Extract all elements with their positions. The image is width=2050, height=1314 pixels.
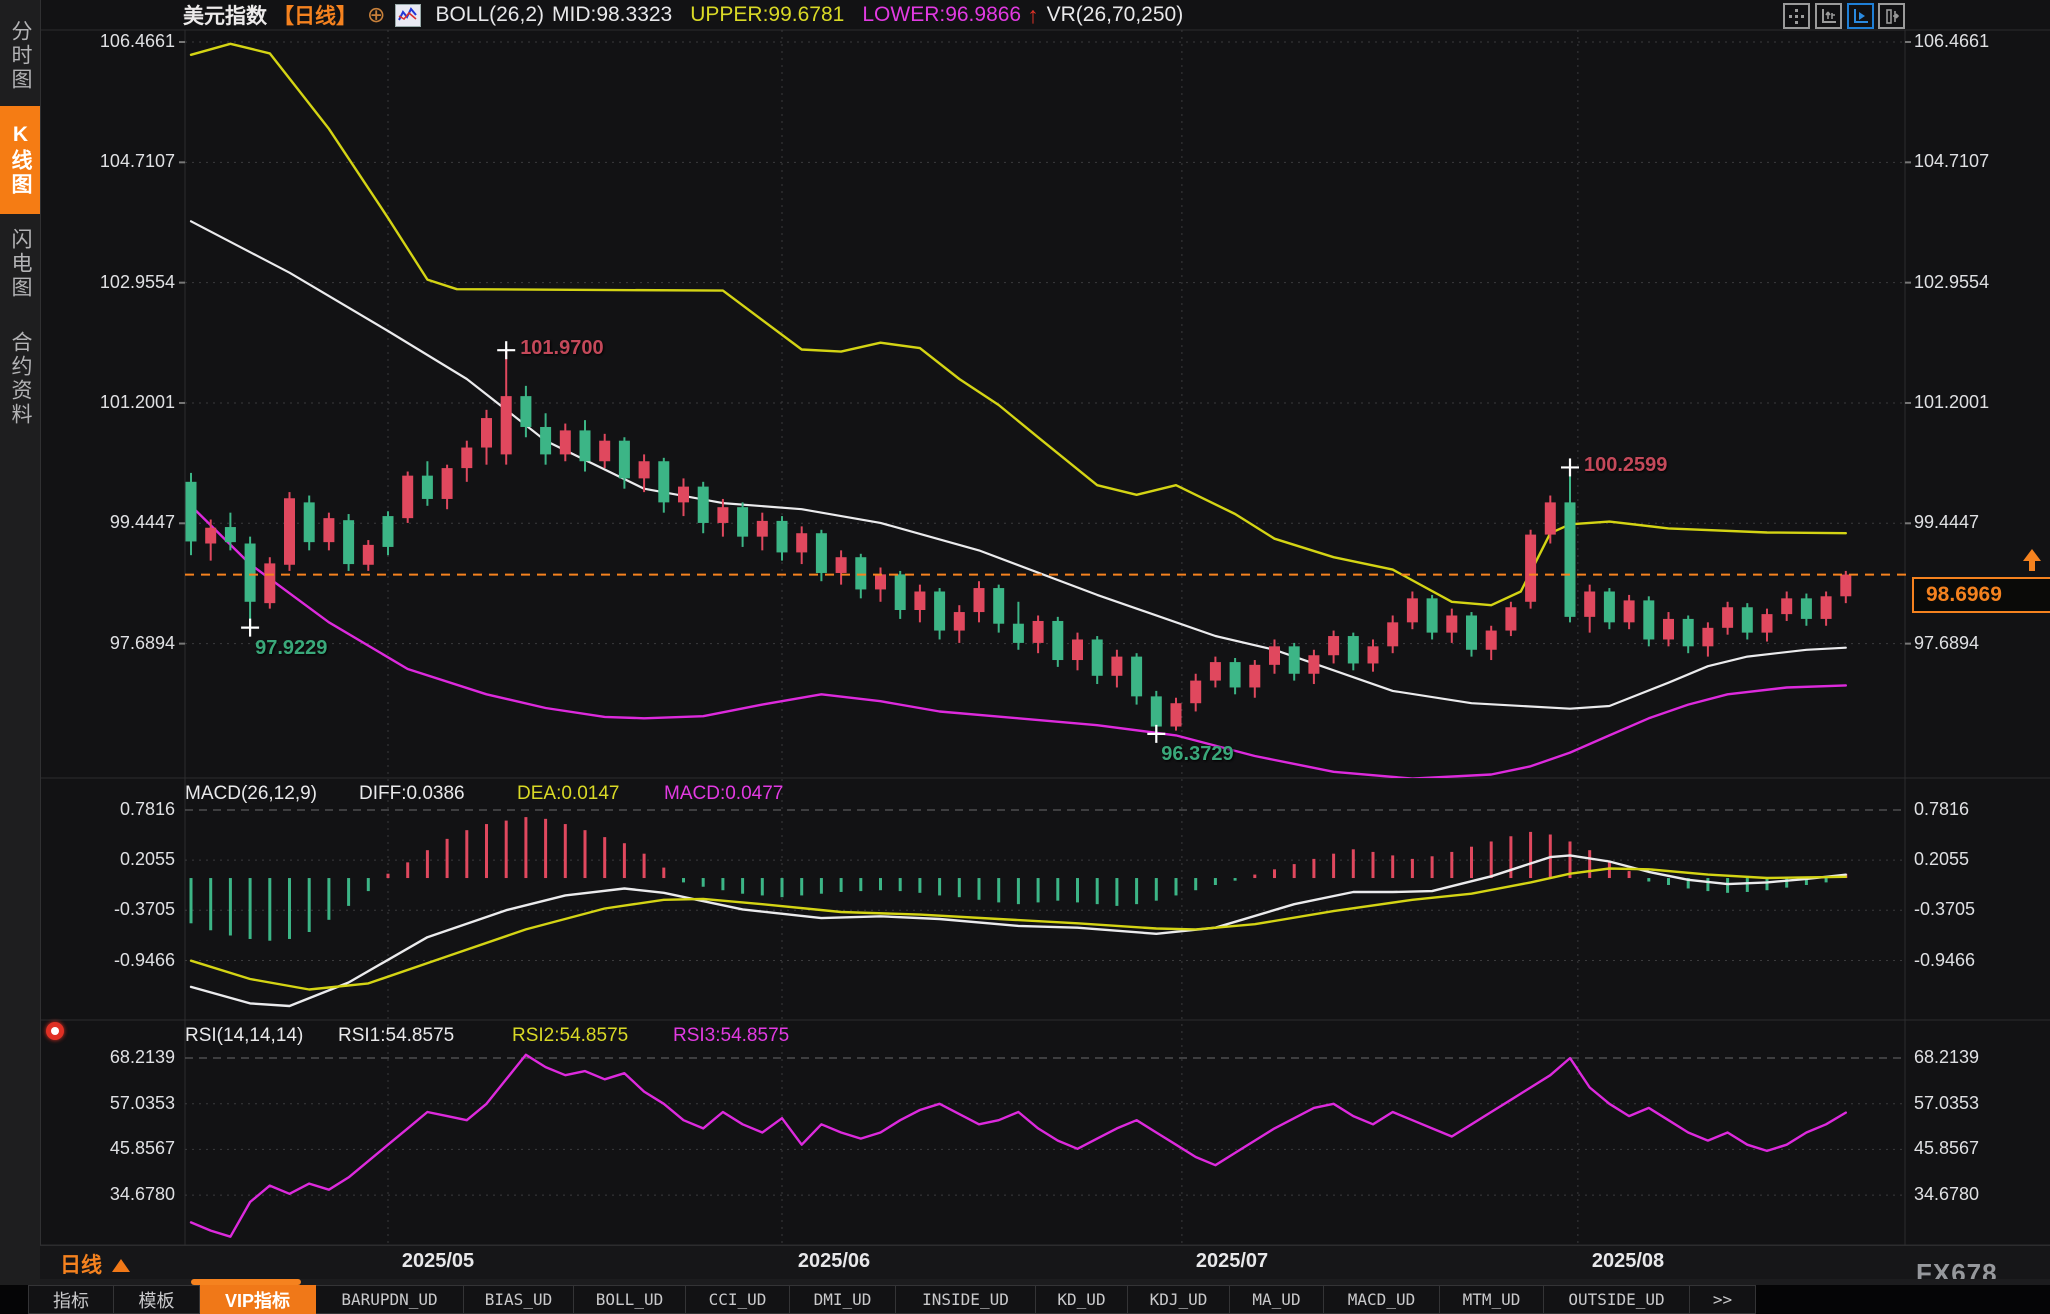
low-price-annotation: 96.3729 [1161,743,1233,766]
boll-upper-band [191,44,1846,605]
crosshair-add-icon[interactable]: ⊕ [367,4,385,26]
y-label: 104.7107 [1914,149,2044,173]
axis-scale-icon[interactable] [1815,3,1842,29]
rsi-title: RSI(14,14,14) [185,1024,303,1048]
time-axis-strip [40,1245,2050,1280]
rsi1-value: RSI1:54.8575 [338,1024,454,1048]
sidebar-item-kline-chart[interactable]: K线图 [0,106,40,214]
tab-inside-ud[interactable]: INSIDE_UD [896,1285,1036,1314]
y-label: 99.4447 [45,510,175,534]
macd-axis-label: -0.9466 [1914,948,2044,972]
macd-title: MACD(26,12,9) [185,782,317,806]
macd-axis-label: 0.2055 [45,847,175,871]
mini-chart-icon[interactable] [395,4,421,27]
tab-bias-ud[interactable]: BIAS_UD [464,1285,574,1314]
high-price-annotation: 100.2599 [1584,454,1667,477]
y-label: 99.4447 [1914,510,2044,534]
tab-outside-ud[interactable]: OUTSIDE_UD [1544,1285,1690,1314]
sidebar-item-flash-chart[interactable]: 闪电图 [0,214,40,314]
pan-crosshair-icon[interactable] [1783,3,1810,29]
tab-mtm-ud[interactable]: MTM_UD [1440,1285,1544,1314]
current-price-tag: 98.6969 [1912,577,2050,613]
rsi-axis-label: 34.6780 [1914,1182,2044,1206]
y-label: 104.7107 [45,149,175,173]
tab-templates[interactable]: 模板 [114,1285,200,1314]
macd-diff-line [191,855,1846,1006]
sidebar-item-contract-info[interactable]: 合约资料 [0,314,40,444]
macd-axis-label: 0.2055 [1914,847,2044,871]
date-label: 2025/07 [1172,1250,1292,1273]
sidebar: 分时图 K线图 闪电图 合约资料 [0,0,41,1314]
macd-axis-label: -0.9466 [45,948,175,972]
rsi-line [191,1055,1846,1237]
rsi3-value: RSI3:54.8575 [673,1024,789,1048]
tab-dmi-ud[interactable]: DMI_UD [790,1285,896,1314]
boll-params: BOLL(26,2) [435,3,544,27]
trading-app: 美元指数 【日线】 ⊕ BOLL(26,2) MID:98.3323 UPPER… [0,0,2050,1314]
low-price-annotation: 97.9229 [255,637,327,660]
y-label: 102.9554 [45,270,175,294]
rsi-axis-label: 57.0353 [45,1091,175,1115]
y-label: 106.4661 [45,29,175,53]
period-selector[interactable]: 日线 [60,1249,130,1279]
triangle-up-icon [112,1259,130,1272]
macd-histogram [191,817,1846,941]
tab-macd-ud[interactable]: MACD_UD [1324,1285,1440,1314]
sidebar-item-time-chart[interactable]: 分时图 [0,6,40,106]
candles [186,350,1852,734]
up-arrow-icon: ↑ [1027,2,1039,29]
y-label: 101.2001 [1914,390,2044,414]
vr-params: VR(26,70,250) [1047,3,1184,27]
axis-play-icon[interactable] [1847,3,1874,29]
period-tag[interactable]: 【日线】 [273,0,357,30]
boll-mid-value: MID:98.3323 [552,3,672,27]
y-label: 106.4661 [1914,29,2044,53]
tab-barupdn-ud[interactable]: BARUPDN_UD [316,1285,464,1314]
rsi-axis-label: 45.8567 [45,1136,175,1160]
macd-diff-value: DIFF:0.0386 [359,782,465,806]
rsi-axis-label: 57.0353 [1914,1091,2044,1115]
date-label: 2025/08 [1568,1250,1688,1273]
macd-axis-label: 0.7816 [1914,797,2044,821]
tab-more-chevron[interactable]: >> [1690,1285,1756,1314]
y-label: 97.6894 [45,631,175,655]
tab-vip-indicators[interactable]: VIP指标 [200,1285,316,1314]
extreme-markers [241,341,1579,743]
price-up-arrow-icon [2022,549,2042,573]
macd-axis-label: -0.3705 [1914,897,2044,921]
tab-boll-ud[interactable]: BOLL_UD [574,1285,686,1314]
y-label: 102.9554 [1914,270,2044,294]
tab-kd-ud[interactable]: KD_UD [1036,1285,1128,1314]
macd-axis-label: 0.7816 [45,797,175,821]
y-label: 101.2001 [45,390,175,414]
rsi-axis-label: 68.2139 [45,1045,175,1069]
rsi-axis-label: 68.2139 [1914,1045,2044,1069]
date-label: 2025/06 [774,1250,894,1273]
tab-kdj-ud[interactable]: KDJ_UD [1128,1285,1230,1314]
panel-frame [40,30,2050,1245]
axis-range-icon[interactable] [1878,3,1905,29]
rsi-axis-label: 45.8567 [1914,1136,2044,1160]
boll-upper-value: UPPER:99.6781 [690,3,844,27]
macd-axis-label: -0.3705 [45,897,175,921]
macd-value: MACD:0.0477 [664,782,783,806]
tab-ma-ud[interactable]: MA_UD [1230,1285,1324,1314]
boll-lower-value: LOWER:96.9866 [862,3,1021,27]
rsi-axis-label: 34.6780 [45,1182,175,1206]
rsi2-value: RSI2:54.8575 [512,1024,628,1048]
y-label: 97.6894 [1914,631,2044,655]
indicator-tab-bar: 指标 模板 VIP指标 BARUPDN_UD BIAS_UD BOLL_UD C… [0,1285,2050,1314]
symbol-title: 美元指数 [183,0,267,30]
header: 美元指数 【日线】 ⊕ BOLL(26,2) MID:98.3323 UPPER… [40,0,2050,30]
macd-dea-value: DEA:0.0147 [517,782,619,806]
high-price-annotation: 101.9700 [520,337,603,360]
tab-indicators[interactable]: 指标 [28,1285,114,1314]
tab-cci-ud[interactable]: CCI_UD [686,1285,790,1314]
date-label: 2025/05 [378,1250,498,1273]
live-indicator-icon[interactable] [46,1022,64,1040]
